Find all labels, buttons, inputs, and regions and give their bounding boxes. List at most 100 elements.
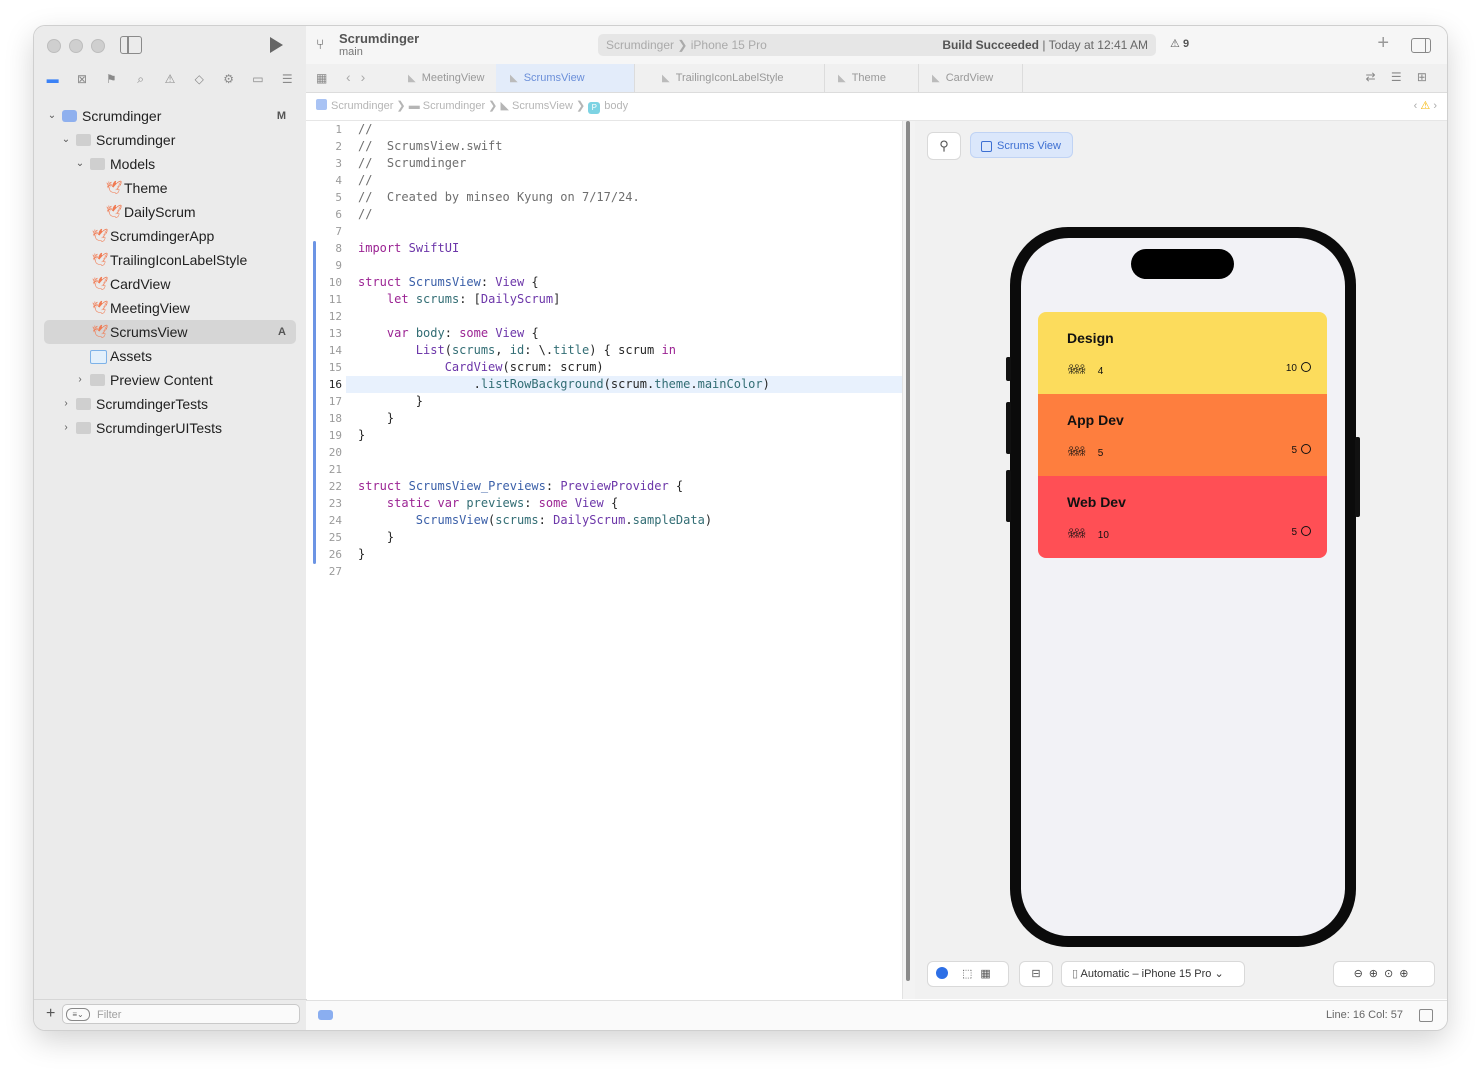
zoom-out-icon[interactable]: ⊖ [1354,968,1369,980]
code-line[interactable]: let scrums: [DailyScrum] [358,291,940,308]
code-line[interactable]: } [358,427,940,444]
tree-item-project[interactable]: ⌄ Scrumdinger M [44,104,296,128]
pin-preview-button[interactable]: ⚲ [927,132,961,160]
tab-theme[interactable]: ◣ Theme [824,64,919,92]
zoom-window-button[interactable] [91,39,105,53]
sidebar-toggle-icon[interactable] [120,36,142,54]
tree-item-file[interactable]: 🕊 ScrumdingerApp [44,224,296,248]
code-line[interactable]: } [358,529,940,546]
tree-item-file[interactable]: 🕊 Theme [44,176,296,200]
code-line[interactable]: var body: some View { [358,325,940,342]
tab-trailingiconlabelstyle[interactable]: ◣ TrailingIconLabelStyle [648,64,825,92]
preview-selector-button[interactable]: Scrums View [970,132,1073,158]
tree-item-tests[interactable]: › ScrumdingerTests [44,392,296,416]
editor-splitter[interactable] [902,121,916,999]
chevron-down-icon[interactable]: ⌄ [60,128,72,152]
issue-navigator-icon[interactable]: ⚠ [161,72,179,86]
code-line[interactable] [358,461,940,478]
debug-navigator-icon[interactable]: ⚙ [220,72,238,86]
tree-item-uitests[interactable]: › ScrumdingerUITests [44,416,296,440]
breakpoint-navigator-icon[interactable]: ▭ [249,72,267,86]
warnings-indicator[interactable]: ⚠ 9 [1170,37,1189,50]
zoom-actual-icon[interactable]: ⊙ [1384,968,1399,980]
code-line[interactable] [358,444,940,461]
code-line[interactable]: // [358,172,940,189]
code-line[interactable]: .listRowBackground(scrum.theme.mainColor… [346,376,940,393]
issue-nav[interactable]: ‹ ⚠ › [1414,93,1437,119]
bookmark-navigator-icon[interactable]: ⚑ [102,72,120,86]
device-selector[interactable]: ▯ Automatic – iPhone 15 Pro ⌄ [1061,961,1245,987]
chevron-right-icon[interactable]: › [60,392,72,416]
test-navigator-icon[interactable]: ◇ [190,72,208,86]
source-editor[interactable]: 1 2 3 4 5 6 7 8 9 10 11 12 13 14 15 16 17 18 19 20 21 22 23 24 2… [306,121,940,999]
code-line[interactable]: // Created by minseo Kyung on 7/17/24. [358,189,940,206]
code-line[interactable]: // ScrumsView.swift [358,138,940,155]
live-preview-icon[interactable] [936,967,948,979]
minimize-window-button[interactable] [69,39,83,53]
related-items-icon[interactable]: ▦ [316,71,327,85]
tree-item-file-selected[interactable]: 🕊 ScrumsView A [44,320,296,344]
tree-item-models[interactable]: ⌄ Models [44,152,296,176]
zoom-controls[interactable]: ⊖⊕⊙⊕ [1333,961,1435,987]
code-line[interactable]: import SwiftUI [358,240,940,257]
code-line[interactable] [358,223,940,240]
code-line[interactable] [358,257,940,274]
filter-input[interactable]: Filter [62,1004,300,1024]
chevron-right-icon[interactable]: › [60,416,72,440]
inspector-toggle-icon[interactable] [1411,38,1431,53]
chevron-right-icon[interactable]: › [74,368,86,392]
debug-area-indicator-icon[interactable] [318,1010,333,1020]
device-settings-button[interactable]: ⊟ [1019,961,1053,987]
tree-item-file[interactable]: 🕊 DailyScrum [44,200,296,224]
code-line[interactable]: // [358,121,940,138]
report-navigator-icon[interactable]: ☰ [278,72,296,86]
zoom-in-icon[interactable]: ⊕ [1399,968,1414,980]
device-screen[interactable]: Design ꆜꆜꆜ 4 10 App Dev ꆜꆜꆜ 5 5 Web Dev ꆜꆜꆜ 10 5 [1021,238,1345,936]
code-line[interactable]: CardView(scrum: scrum) [358,359,940,376]
tree-item-file[interactable]: 🕊 MeetingView [44,296,296,320]
code-line[interactable]: List(scrums, id: \.title) { scrum in [358,342,940,359]
code-line[interactable]: // [358,206,940,223]
tree-item-file[interactable]: 🕊 TrailingIconLabelStyle [44,248,296,272]
chevron-down-icon[interactable]: ⌄ [74,152,86,176]
zoom-fit-icon[interactable]: ⊕ [1369,968,1384,980]
activity-view[interactable]: Scrumdinger ❯ iPhone 15 Pro Build Succee… [598,34,1156,56]
close-window-button[interactable] [47,39,61,53]
tree-item-file[interactable]: 🕊 CardView [44,272,296,296]
breadcrumb-symbol[interactable]: body [604,100,628,112]
project-navigator-icon[interactable]: ▬ [44,72,62,86]
code-line[interactable]: } [358,410,940,427]
variants-icon[interactable]: ▦ [980,968,990,980]
filter-options-icon[interactable]: ≡⌄ [66,1008,90,1021]
editor-options-icons[interactable]: ⇄ ☰ ⊞ [1365,70,1433,84]
breadcrumb-project[interactable]: Scrumdinger [331,100,393,112]
scrum-card[interactable]: App Dev ꆜꆜꆜ 5 5 [1038,394,1327,476]
find-navigator-icon[interactable]: ⌕ [132,72,150,87]
debug-area-toggle-icon[interactable] [1419,1009,1433,1022]
code-line[interactable] [358,308,940,325]
tree-item-group[interactable]: ⌄ Scrumdinger [44,128,296,152]
tab-scrumsview[interactable]: ◣ ScrumsView [496,64,635,92]
scrum-card[interactable]: Design ꆜꆜꆜ 4 10 [1038,312,1327,394]
breadcrumb-file[interactable]: ScrumsView [512,100,573,112]
tree-item-assets[interactable]: Assets [44,344,296,368]
history-nav[interactable]: ‹› [346,69,375,85]
scrum-card[interactable]: Web Dev ꆜꆜꆜ 10 5 [1038,476,1327,558]
source-control-navigator-icon[interactable]: ⊠ [73,72,91,86]
breadcrumb-group[interactable]: Scrumdinger [423,100,485,112]
code-area[interactable]: //// ScrumsView.swift// Scrumdinger//// … [346,121,940,580]
scheme-selector[interactable]: Scrumdinger ❯ iPhone 15 Pro [606,34,767,56]
library-add-button[interactable]: + [1377,32,1389,55]
chevron-down-icon[interactable]: ⌄ [46,104,58,128]
code-line[interactable] [358,563,940,580]
tab-cardview[interactable]: ◣ CardView [918,64,1023,92]
tab-meetingview[interactable]: ◣ MeetingView [394,64,511,92]
tree-item-preview-content[interactable]: › Preview Content [44,368,296,392]
select-mode-icon[interactable]: ⬚ [962,968,972,980]
code-line[interactable]: } [358,393,940,410]
run-button[interactable] [270,37,283,53]
code-line[interactable]: static var previews: some View { [358,495,940,512]
code-line[interactable]: ScrumsView(scrums: DailyScrum.sampleData… [358,512,940,529]
code-line[interactable]: // Scrumdinger [358,155,940,172]
add-icon[interactable]: + [46,1005,55,1023]
